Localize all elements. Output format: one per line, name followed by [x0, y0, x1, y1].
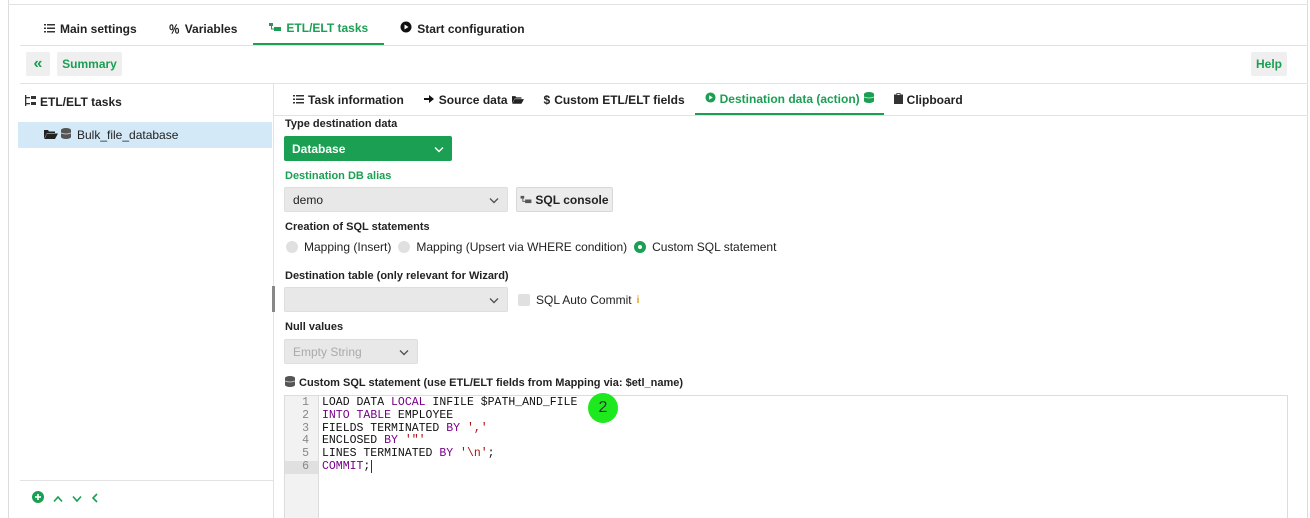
- tree-item-label: Bulk_file_database: [77, 128, 179, 142]
- tab-main-settings[interactable]: Main settings: [28, 12, 153, 45]
- tree-icon: [25, 95, 36, 109]
- line-number-gutter: 1 2 3 4 5 6: [285, 396, 319, 518]
- list-icon: [293, 93, 304, 107]
- resize-handle[interactable]: [272, 286, 275, 312]
- auto-commit-checkbox[interactable]: SQL Auto Commit i: [518, 293, 639, 307]
- radio-label: Custom SQL statement: [652, 240, 777, 254]
- folder-open-icon: [511, 93, 524, 107]
- database-icon: [60, 128, 72, 142]
- etl-icon: [269, 21, 282, 35]
- custom-sql-label: Custom SQL statement (use ETL/ELT fields…: [299, 377, 684, 389]
- auto-commit-label: SQL Auto Commit: [536, 293, 632, 307]
- tab-start-configuration[interactable]: Start configuration: [384, 12, 540, 45]
- code-line: COMMIT;: [322, 459, 373, 473]
- null-values-select[interactable]: Empty String: [284, 339, 418, 364]
- dest-table-label: Destination table (only relevant for Wiz…: [285, 270, 509, 282]
- chevron-down-icon: [399, 345, 409, 359]
- tab-source-data[interactable]: Source data: [414, 84, 534, 115]
- radio-mapping-upsert[interactable]: Mapping (Upsert via WHERE condition): [398, 240, 627, 254]
- line-number: 2: [302, 408, 309, 422]
- tree-item-bulk-file-database[interactable]: Bulk_file_database: [18, 122, 272, 148]
- help-label: Help: [1255, 57, 1282, 71]
- main-tabs: Main settings ％ Variables ETL/ELT tasks …: [28, 12, 541, 46]
- tab-label: Main settings: [60, 21, 137, 36]
- text-cursor: [371, 459, 373, 473]
- chevron-up-icon[interactable]: [53, 492, 63, 506]
- chevron-down-icon: [434, 142, 444, 156]
- arrow-in-icon: [423, 93, 435, 107]
- creation-label: Creation of SQL statements: [285, 221, 430, 233]
- custom-sql-heading: Custom SQL statement (use ETL/ELT fields…: [284, 376, 684, 390]
- radio-button-checked[interactable]: [634, 241, 647, 253]
- summary-button[interactable]: Summary: [57, 52, 122, 76]
- radio-button[interactable]: [286, 241, 298, 253]
- database-icon: [284, 376, 296, 390]
- console-icon: [520, 193, 532, 207]
- db-alias-select[interactable]: demo: [284, 187, 508, 212]
- clipboard-icon: [893, 92, 903, 107]
- database-icon: [863, 91, 874, 106]
- tab-label: Variables: [184, 21, 238, 36]
- tab-clipboard[interactable]: Clipboard: [884, 84, 973, 115]
- tab-label: ETL/ELT tasks: [286, 20, 369, 35]
- type-destination-label: Type destination data: [285, 118, 398, 130]
- percent-icon: ％: [168, 23, 180, 36]
- tree-actions: [32, 491, 99, 506]
- radio-button[interactable]: [398, 241, 411, 253]
- tab-etl-elt-tasks[interactable]: ETL/ELT tasks: [253, 12, 385, 45]
- type-destination-select[interactable]: Database: [284, 136, 452, 161]
- radio-label: Mapping (Upsert via WHERE condition): [416, 240, 628, 254]
- null-values-label: Null values: [285, 321, 344, 333]
- line-number: 1: [302, 396, 309, 409]
- tab-custom-etl-fields[interactable]: $ Custom ETL/ELT fields: [534, 84, 695, 115]
- folder-open-icon: [44, 128, 58, 142]
- sql-editor[interactable]: 1 2 3 4 5 6 LOAD DATA LOCAL INFILE $PATH…: [284, 395, 1288, 518]
- marker-label: 2: [598, 399, 608, 416]
- play-circle-icon: [705, 91, 716, 106]
- line-number-active: 6: [285, 460, 318, 474]
- tab-label: Task information: [308, 92, 404, 107]
- dest-table-select[interactable]: [284, 287, 508, 312]
- double-chevron-left-icon: «: [33, 55, 43, 72]
- code-area[interactable]: LOAD DATA LOCAL INFILE $PATH_AND_FILE IN…: [322, 396, 577, 474]
- radio-custom-sql[interactable]: Custom SQL statement: [634, 240, 776, 254]
- play-circle-icon: [400, 21, 412, 36]
- tab-label: Start configuration: [417, 21, 525, 36]
- tree-title-label: ETL/ELT tasks: [40, 95, 122, 109]
- chevron-down-icon[interactable]: [72, 492, 82, 506]
- checkbox[interactable]: [518, 294, 530, 306]
- step-marker: 2: [588, 393, 618, 423]
- tab-label: Source data: [438, 92, 508, 107]
- tree-title: ETL/ELT tasks: [25, 95, 122, 109]
- select-value: Database: [292, 141, 346, 156]
- select-value: Empty String: [293, 344, 362, 359]
- radio-mapping-insert[interactable]: Mapping (Insert): [286, 240, 391, 254]
- collapse-button[interactable]: «: [26, 52, 50, 76]
- creation-radio-group: Mapping (Insert) Mapping (Upsert via WHE…: [286, 240, 776, 254]
- tab-variables[interactable]: ％ Variables: [153, 12, 254, 45]
- tab-label: Clipboard: [906, 92, 963, 107]
- chevron-down-icon: [489, 193, 499, 207]
- info-icon[interactable]: i: [637, 295, 640, 306]
- db-alias-label: Destination DB alias: [285, 170, 392, 182]
- chevron-down-icon: [489, 293, 499, 307]
- detail-tabs: Task information Source data $ Custom ET…: [283, 84, 973, 116]
- chevron-left-icon[interactable]: [91, 492, 99, 506]
- radio-label: Mapping (Insert): [304, 240, 392, 254]
- add-icon[interactable]: [32, 491, 44, 506]
- dollar-icon: $: [543, 92, 551, 107]
- tab-task-information[interactable]: Task information: [283, 84, 414, 115]
- sql-console-button[interactable]: SQL console: [516, 187, 613, 212]
- sql-console-label: SQL console: [535, 192, 609, 207]
- tab-label: Destination data (action): [719, 91, 860, 106]
- list-icon: [44, 22, 55, 36]
- tab-label: Custom ETL/ELT fields: [554, 92, 685, 107]
- select-value: demo: [293, 192, 324, 207]
- tab-destination-data[interactable]: Destination data (action): [694, 84, 884, 115]
- summary-label: Summary: [62, 57, 117, 71]
- help-button[interactable]: Help: [1251, 52, 1287, 76]
